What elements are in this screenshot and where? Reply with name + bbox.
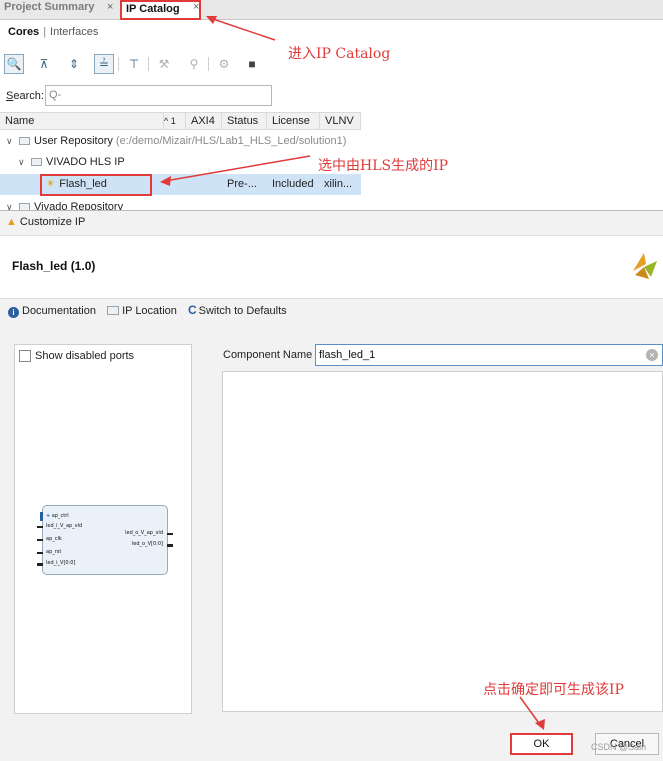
arrow-to-ok bbox=[519, 696, 542, 727]
annotation-arrow-ok bbox=[519, 696, 545, 730]
